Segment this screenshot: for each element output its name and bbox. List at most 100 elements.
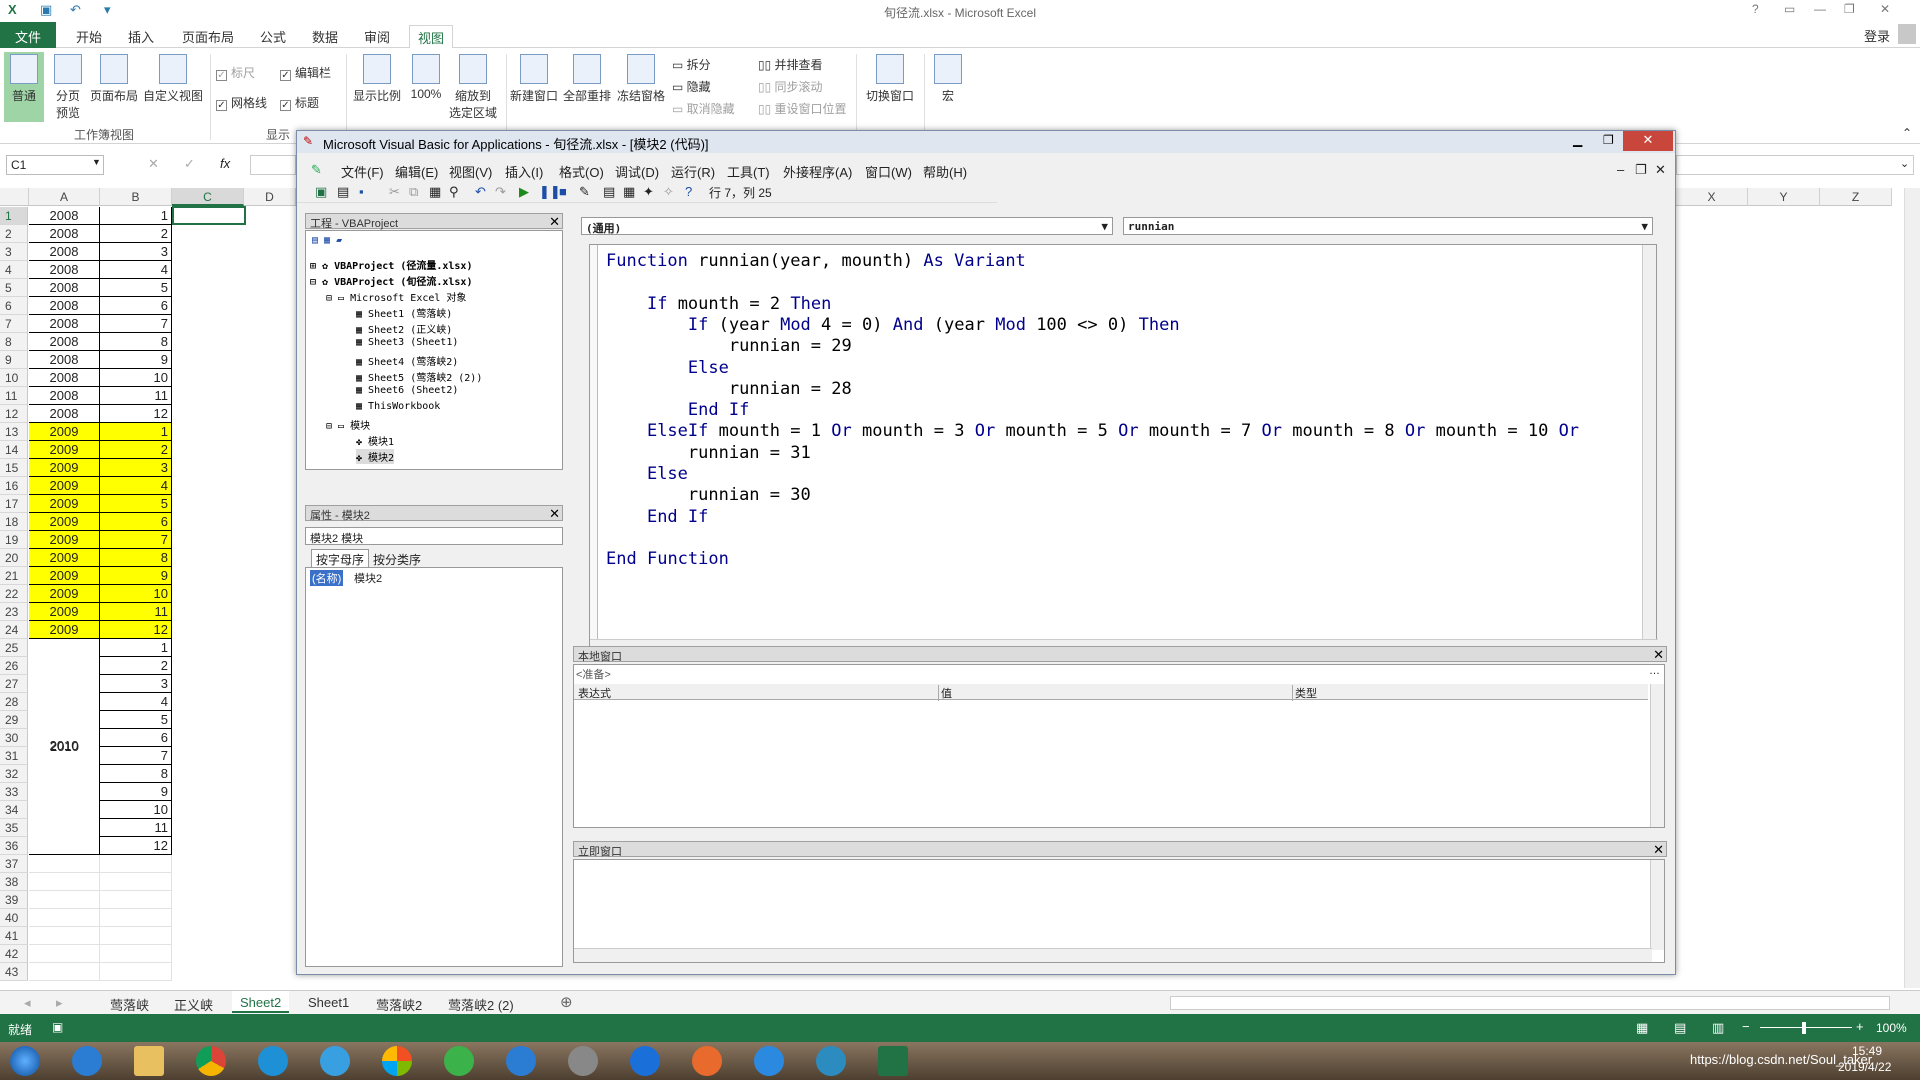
- vba-menu-item[interactable]: 插入(I): [505, 162, 543, 181]
- cell-a[interactable]: 2008: [29, 315, 100, 333]
- cell-a[interactable]: 2009: [29, 603, 100, 621]
- row-header[interactable]: 5: [0, 279, 28, 297]
- col-expression[interactable]: 表达式: [578, 685, 611, 701]
- ie-icon[interactable]: [72, 1046, 102, 1076]
- cell-b[interactable]: 12: [100, 405, 172, 423]
- cell-b[interactable]: 7: [100, 747, 172, 765]
- cell-b[interactable]: 6: [100, 297, 172, 315]
- switch-windows-button[interactable]: 切换窗口: [862, 54, 918, 104]
- restore-icon[interactable]: ❐: [1844, 2, 1855, 16]
- locals-scrollbar[interactable]: [1650, 684, 1664, 827]
- tree-item[interactable]: ⊞ ✿ VBAProject (径流量.xlsx): [310, 257, 472, 272]
- help-button[interactable]: ?: [1752, 2, 1759, 16]
- cell-a[interactable]: 2009: [29, 621, 100, 639]
- cell-b[interactable]: 7: [100, 315, 172, 333]
- reset-position-button[interactable]: ▯▯ 重设窗口位置: [758, 100, 847, 117]
- clock-time[interactable]: 15:49: [1852, 1044, 1882, 1058]
- row-header[interactable]: 3: [0, 243, 28, 261]
- tree-item[interactable]: ▦ Sheet4 (莺落峡2): [356, 353, 458, 368]
- insert-function-icon[interactable]: fx: [220, 156, 230, 171]
- cell-b[interactable]: [100, 855, 172, 873]
- row-header[interactable]: 2: [0, 225, 28, 243]
- excel-taskbar-icon[interactable]: [878, 1046, 908, 1076]
- cell-b[interactable]: 12: [100, 837, 172, 855]
- start-button-icon[interactable]: [10, 1046, 40, 1076]
- tree-item[interactable]: ▦ Sheet1 (莺落峡): [356, 305, 452, 320]
- cell-b[interactable]: 2: [100, 657, 172, 675]
- cell-b[interactable]: 6: [100, 729, 172, 747]
- normal-view-status-icon[interactable]: ▦: [1636, 1020, 1648, 1036]
- sheet-tab[interactable]: 莺落峡: [110, 995, 149, 1014]
- page-layout-view-button[interactable]: 页面布局: [88, 54, 140, 104]
- collapse-ribbon-icon[interactable]: ⌃: [1902, 126, 1912, 140]
- tree-item-selected[interactable]: ✤ 模块2: [356, 449, 395, 464]
- sheet-tab[interactable]: 莺落峡2: [376, 995, 422, 1014]
- row-header[interactable]: 39: [0, 891, 28, 909]
- row-header[interactable]: 37: [0, 855, 28, 873]
- cell-a[interactable]: 2008: [29, 351, 100, 369]
- macro-record-icon[interactable]: ▣: [52, 1020, 63, 1034]
- tab-view[interactable]: 视图: [409, 25, 454, 49]
- toolbox-icon[interactable]: ✧: [663, 184, 674, 200]
- tree-item[interactable]: ▦ Sheet3 (Sheet1): [356, 337, 458, 348]
- cell-a[interactable]: 2008: [29, 297, 100, 315]
- cell-a[interactable]: [29, 909, 100, 927]
- normal-view-button[interactable]: 普通: [4, 52, 44, 122]
- vba-menu-item[interactable]: 窗口(W): [865, 162, 912, 181]
- cell-b[interactable]: 5: [100, 279, 172, 297]
- next-sheet-icon[interactable]: ▸: [56, 995, 63, 1011]
- zoom-selection-button[interactable]: 缩放到 选定区域: [446, 54, 500, 121]
- close-project-icon[interactable]: ✕: [549, 214, 560, 230]
- close-immediate-icon[interactable]: ✕: [1653, 842, 1664, 858]
- cell-b[interactable]: 2: [100, 225, 172, 243]
- app-icon[interactable]: [816, 1046, 846, 1076]
- view-code-icon[interactable]: ▤ ▦ ▰: [312, 235, 342, 246]
- vba-menu-item[interactable]: 外接程序(A): [783, 162, 852, 181]
- code-editor[interactable]: Function runnian(year, mounth) As Varian…: [589, 244, 1658, 654]
- unhide-button[interactable]: ▭ 取消隐藏: [672, 100, 735, 117]
- property-name-key[interactable]: (名称): [310, 570, 344, 586]
- tab-file[interactable]: 文件: [0, 22, 56, 48]
- design-mode-icon[interactable]: ✎: [579, 184, 590, 200]
- cell-b[interactable]: 9: [100, 783, 172, 801]
- insert-module-icon[interactable]: ▤: [337, 184, 349, 200]
- immediate-hscroll[interactable]: [574, 948, 1652, 962]
- row-header[interactable]: 8: [0, 333, 28, 351]
- cell-b[interactable]: 3: [100, 459, 172, 477]
- sheet-tab[interactable]: 正义峡: [174, 995, 213, 1014]
- select-all-corner[interactable]: [0, 188, 29, 206]
- cell-b[interactable]: 3: [100, 243, 172, 261]
- immediate-window[interactable]: [573, 859, 1665, 963]
- column-header[interactable]: Y: [1748, 188, 1820, 206]
- row-header[interactable]: 1: [0, 207, 28, 225]
- prev-sheet-icon[interactable]: ◂: [24, 995, 31, 1011]
- col-type[interactable]: 类型: [1292, 685, 1317, 701]
- run-icon[interactable]: ▶: [519, 184, 529, 200]
- cell-b[interactable]: [100, 873, 172, 891]
- chrome-icon[interactable]: [196, 1046, 226, 1076]
- cell-b[interactable]: 10: [100, 801, 172, 819]
- row-header[interactable]: 23: [0, 603, 28, 621]
- app-icon[interactable]: [568, 1046, 598, 1076]
- page-break-status-icon[interactable]: ▥: [1712, 1020, 1724, 1036]
- custom-view-button[interactable]: 自定义视图: [142, 54, 204, 104]
- copy-icon[interactable]: ⧉: [409, 184, 418, 200]
- tree-item[interactable]: ▦ Sheet2 (正义峡): [356, 321, 452, 336]
- cell-a[interactable]: [29, 855, 100, 873]
- row-header[interactable]: 31: [0, 747, 28, 765]
- side-by-side-button[interactable]: ▯▯ 并排查看: [758, 56, 823, 73]
- row-header[interactable]: 35: [0, 819, 28, 837]
- child-minimize-icon[interactable]: –: [1617, 162, 1624, 177]
- undo-icon[interactable]: ↶: [475, 184, 486, 200]
- vba-menu-item[interactable]: 运行(R): [671, 162, 715, 181]
- close-locals-icon[interactable]: ✕: [1653, 647, 1664, 663]
- confirm-entry-icon[interactable]: ✓: [184, 156, 195, 172]
- cell-b[interactable]: 11: [100, 819, 172, 837]
- tree-item[interactable]: ▦ Sheet5 (莺落峡2 (2)): [356, 369, 482, 384]
- row-header[interactable]: 9: [0, 351, 28, 369]
- macros-button[interactable]: 宏: [930, 54, 966, 104]
- column-header[interactable]: D: [244, 188, 296, 206]
- column-header[interactable]: C: [172, 188, 244, 206]
- cell-a[interactable]: 2008: [29, 405, 100, 423]
- tree-item[interactable]: ⊟ ▭ Microsoft Excel 对象: [326, 289, 466, 304]
